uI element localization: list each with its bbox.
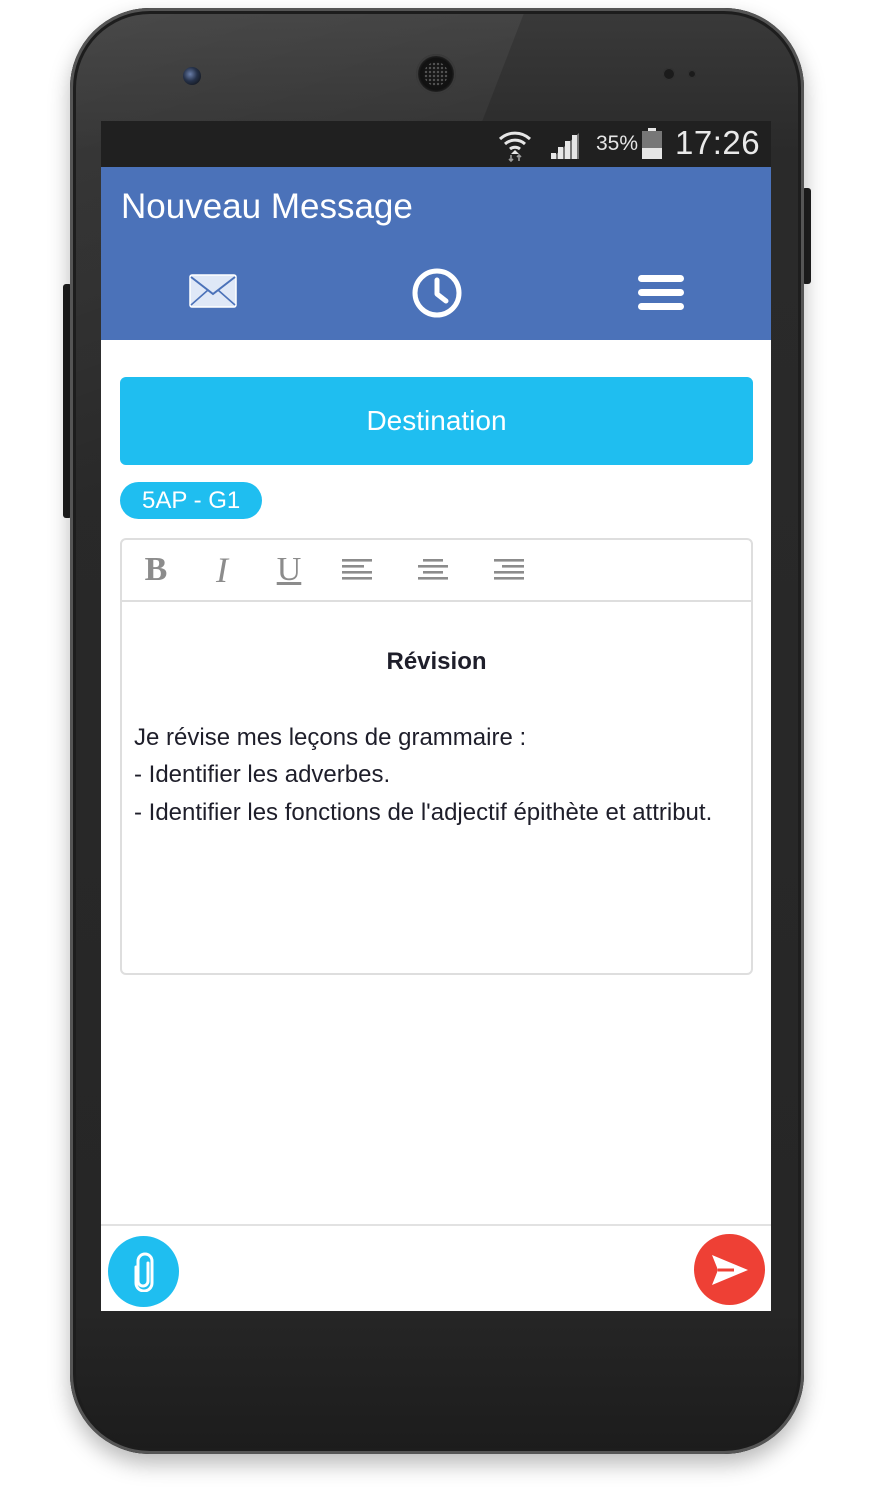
message-line: - Identifier les adverbes. <box>134 761 391 789</box>
underline-button[interactable]: U <box>267 548 311 592</box>
messages-tab[interactable] <box>185 267 241 315</box>
editor-content[interactable]: Révision Je révise mes leçons de grammai… <box>134 602 739 973</box>
align-left-icon <box>342 559 372 580</box>
editor-toolbar: B I U <box>122 540 751 602</box>
message-body: Je révise mes leçons de grammaire : - Id… <box>134 719 739 831</box>
clock-time: 17:26 <box>675 124 761 161</box>
send-icon <box>711 1254 748 1285</box>
align-center-button[interactable] <box>411 548 455 592</box>
clock-icon <box>412 268 462 318</box>
attach-button[interactable] <box>108 1236 179 1307</box>
destination-button[interactable]: Destination <box>120 377 753 465</box>
align-left-button[interactable] <box>336 548 380 592</box>
message-editor[interactable]: B I U Révision Je révise mes leçons de g… <box>120 538 753 975</box>
proximity-sensor <box>663 68 675 80</box>
align-right-icon <box>494 559 524 580</box>
history-tab[interactable] <box>409 265 465 321</box>
italic-button[interactable]: I <box>200 548 244 592</box>
menu-icon <box>638 275 684 310</box>
menu-button[interactable] <box>633 269 689 317</box>
send-button[interactable] <box>694 1234 765 1305</box>
wifi-icon <box>498 131 532 163</box>
light-sensor <box>688 70 696 78</box>
align-right-button[interactable] <box>486 548 530 592</box>
battery-percent: 35% <box>596 132 639 155</box>
recipient-chip[interactable]: 5AP - G1 <box>120 482 263 519</box>
status-bar: 35% 17:26 <box>101 121 771 167</box>
align-center-icon <box>418 559 448 580</box>
message-line: - Identifier les fonctions de l'adjectif… <box>134 798 713 826</box>
paperclip-icon <box>134 1252 153 1292</box>
app-bar: Nouveau Message <box>101 167 771 340</box>
front-camera <box>183 67 201 85</box>
bottom-bar <box>101 1224 771 1311</box>
mail-icon <box>189 274 237 308</box>
screen: 35% 17:26 Nouveau Message Destination 5A… <box>101 121 771 1311</box>
battery-icon <box>642 128 662 159</box>
message-title: Révision <box>386 648 487 675</box>
bold-button[interactable]: B <box>134 548 178 592</box>
message-line: Je révise mes leçons de grammaire : <box>134 724 527 751</box>
signal-icon <box>551 133 579 159</box>
page-title: Nouveau Message <box>121 187 413 226</box>
